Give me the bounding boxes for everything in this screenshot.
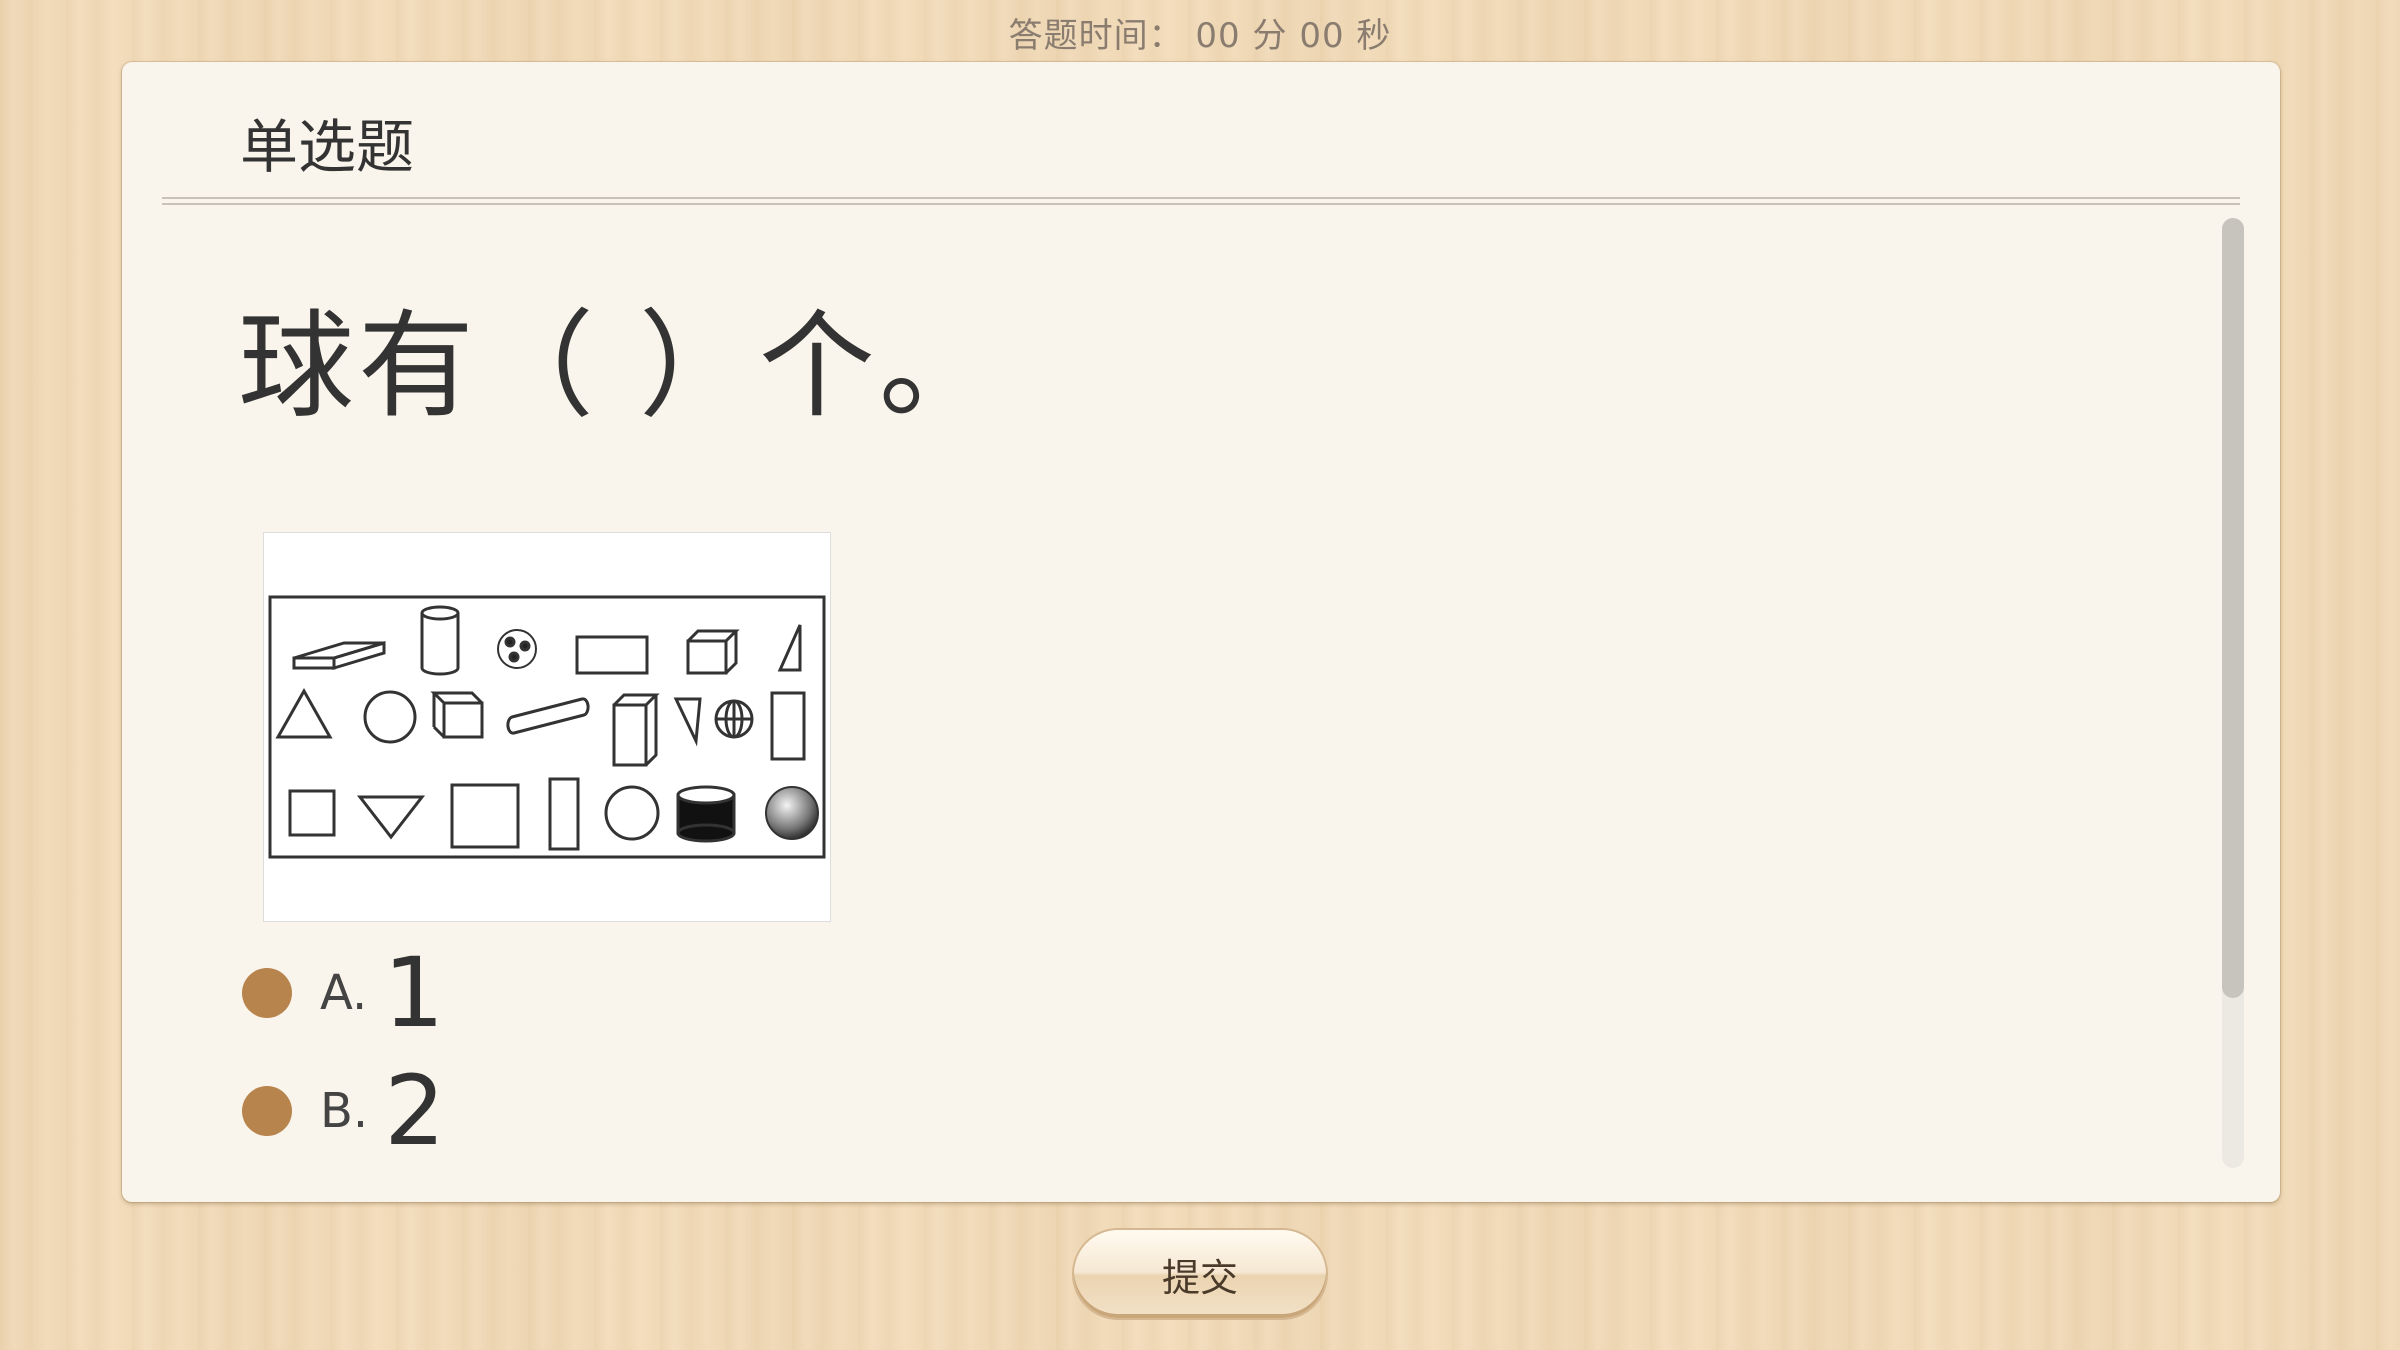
radio-a-icon[interactable] <box>242 968 292 1018</box>
timer-minutes-unit: 分 <box>1252 16 1288 56</box>
timer-seconds-unit: 秒 <box>1356 16 1392 56</box>
shapes-illustration <box>268 595 826 859</box>
radio-b-icon[interactable] <box>242 1086 292 1136</box>
option-a-value: 1 <box>383 937 445 1049</box>
question-content: 球有（ ）个。 A. 1 B. 2 <box>122 212 2182 1170</box>
question-type-label: 单选题 <box>240 113 415 181</box>
option-b-letter: B. <box>320 1083 369 1139</box>
timer-minutes: 00 <box>1195 16 1241 56</box>
timer-seconds: 00 <box>1299 16 1345 56</box>
option-b[interactable]: B. 2 <box>242 1052 446 1170</box>
scrollbar-thumb[interactable] <box>2222 218 2244 998</box>
scrollbar[interactable] <box>2222 218 2244 1168</box>
submit-button[interactable]: 提交 <box>1074 1230 1326 1318</box>
options-list: A. 1 B. 2 C. 3 <box>242 934 446 1170</box>
question-card: 单选题 球有（ ）个。 A. 1 B. 2 <box>122 62 2280 1202</box>
header-divider <box>162 197 2240 205</box>
timer-label: 答题时间： <box>1008 16 1184 56</box>
answer-timer: 答题时间： 00 分 00 秒 <box>0 8 2400 57</box>
shapes-figure <box>263 532 831 922</box>
option-a[interactable]: A. 1 <box>242 934 446 1052</box>
question-text: 球有（ ）个。 <box>238 299 999 434</box>
option-b-value: 2 <box>384 1055 446 1167</box>
option-a-letter: A. <box>320 965 368 1021</box>
